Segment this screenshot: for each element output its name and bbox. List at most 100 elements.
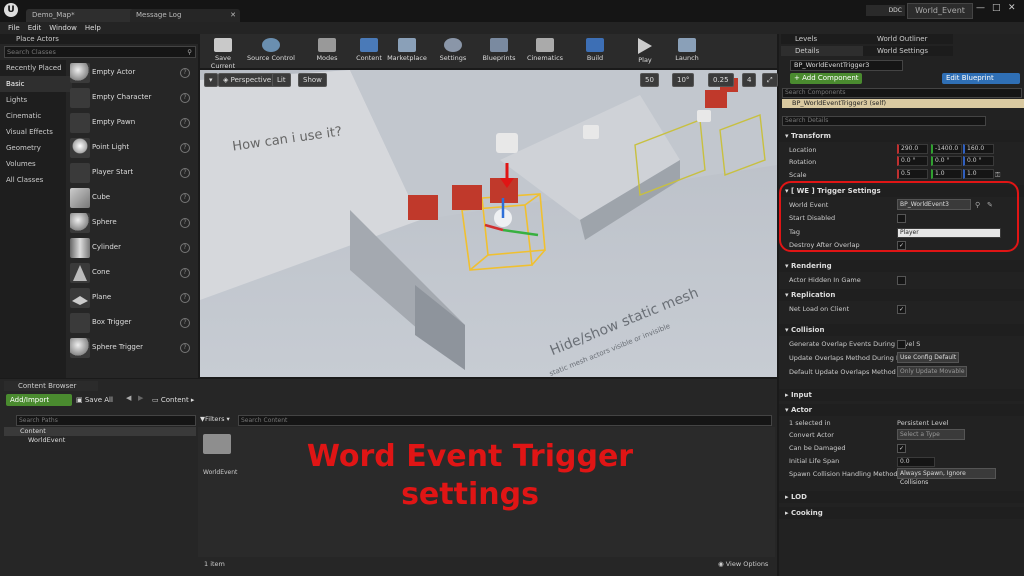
actor-plane[interactable]: Plane?	[68, 286, 196, 311]
level-viewport[interactable]: How can i use it? Hide/show static mesh …	[200, 70, 777, 377]
tab-levels[interactable]: Levels	[781, 34, 873, 44]
actor-sphere[interactable]: Sphere?	[68, 211, 196, 236]
actor-hidden-checkbox[interactable]	[897, 276, 906, 285]
search-classes-input[interactable]: Search Classes ⚲	[4, 46, 196, 58]
edit-blueprint-button[interactable]: Edit Blueprint	[942, 73, 1020, 84]
category-lights[interactable]: Lights	[0, 92, 72, 108]
help-icon[interactable]: ?	[180, 168, 190, 178]
tab-demo-map[interactable]: Demo_Map*✕	[26, 9, 140, 22]
back-button[interactable]: ◀	[126, 394, 131, 402]
close-window-button[interactable]: ✕	[1008, 3, 1016, 13]
menu-edit[interactable]: Edit	[28, 22, 42, 34]
cinematics-button[interactable]: Cinematics	[524, 36, 566, 66]
content-browser-tab[interactable]: Content Browser	[4, 381, 98, 391]
menu-window[interactable]: Window	[49, 22, 77, 34]
category-recently-placed[interactable]: Recently Placed	[0, 60, 72, 76]
view-options-button[interactable]: ◉ View Options	[718, 560, 768, 568]
scale-y-field[interactable]: 1.0	[931, 169, 962, 179]
category-all-classes[interactable]: All Classes	[0, 172, 72, 188]
generate-overlap-checkbox[interactable]	[897, 340, 906, 349]
save-all-button[interactable]: ▣ Save All	[76, 394, 120, 406]
rotation-snap-value[interactable]: 10°	[672, 73, 695, 87]
lock-icon[interactable]: ⚿	[995, 169, 1000, 181]
location-y-field[interactable]: -1400.0	[931, 144, 962, 154]
actor-box-trigger[interactable]: Box Trigger?	[68, 311, 196, 336]
category-basic[interactable]: Basic	[0, 76, 72, 92]
marketplace-button[interactable]: Marketplace	[386, 36, 428, 66]
search-details-input[interactable]: Search Details	[782, 116, 986, 126]
help-icon[interactable]: ?	[180, 143, 190, 153]
actor-cube[interactable]: Cube?	[68, 186, 196, 211]
viewport-options-button[interactable]: ▾	[204, 73, 218, 87]
rotation-z-field[interactable]: 0.0 °	[963, 156, 994, 166]
actor-sphere-trigger[interactable]: Sphere Trigger?	[68, 336, 196, 361]
section-rendering[interactable]: ▾ Rendering	[779, 260, 1024, 272]
section-lod[interactable]: ▸ LOD	[779, 491, 1024, 503]
help-icon[interactable]: ?	[180, 218, 190, 228]
menu-file[interactable]: File	[8, 22, 20, 34]
default-update-dropdown[interactable]: Only Update Movable	[897, 366, 967, 377]
section-replication[interactable]: ▾ Replication	[779, 289, 1024, 301]
scale-z-field[interactable]: 1.0	[963, 169, 994, 179]
tab-world-outliner[interactable]: World Outliner	[863, 34, 953, 44]
help-icon[interactable]: ?	[180, 343, 190, 353]
help-icon[interactable]: ?	[180, 293, 190, 303]
location-x-field[interactable]: 290.0	[897, 144, 928, 154]
tab-world-settings[interactable]: World Settings	[863, 46, 953, 56]
menu-help[interactable]: Help	[85, 22, 101, 34]
actor-cone[interactable]: Cone?	[68, 261, 196, 286]
tree-item-worldevent[interactable]: WorldEvent	[4, 436, 196, 445]
save-current-button[interactable]: Save Current	[202, 36, 244, 70]
settings-button[interactable]: Settings	[432, 36, 474, 66]
category-visual-effects[interactable]: Visual Effects	[0, 124, 72, 140]
modes-button[interactable]: Modes	[306, 36, 348, 66]
perspective-button[interactable]: ◈ Perspective	[218, 73, 277, 87]
add-import-button[interactable]: Add/Import	[6, 394, 72, 406]
can-be-damaged-checkbox[interactable]: ✓	[897, 444, 906, 453]
actor-empty-character[interactable]: Empty Character?	[68, 86, 196, 111]
play-button[interactable]: Play	[624, 36, 666, 66]
actor-empty-actor[interactable]: Empty Actor?	[68, 61, 196, 86]
update-overlaps-dropdown[interactable]: Use Config Default	[897, 352, 959, 363]
actor-name-field[interactable]: BP_WorldEventTrigger3	[790, 60, 903, 71]
maximize-button[interactable]: □	[992, 3, 1001, 13]
minimize-button[interactable]: —	[976, 3, 985, 13]
life-span-field[interactable]: 0.0	[897, 457, 935, 467]
actor-cylinder[interactable]: Cylinder?	[68, 236, 196, 261]
launch-button[interactable]: Launch	[666, 36, 708, 66]
help-icon[interactable]: ?	[180, 193, 190, 203]
search-components-input[interactable]: Search Components	[782, 88, 1022, 98]
help-icon[interactable]: ?	[180, 68, 190, 78]
help-icon[interactable]: ?	[180, 118, 190, 128]
category-cinematic[interactable]: Cinematic	[0, 108, 72, 124]
section-collision[interactable]: ▾ Collision	[779, 324, 1024, 336]
tree-item-content[interactable]: Content	[4, 427, 196, 436]
location-z-field[interactable]: 160.0	[963, 144, 994, 154]
content-button[interactable]: Content	[348, 36, 390, 66]
section-input[interactable]: ▸ Input	[779, 389, 1024, 401]
tab-message-log[interactable]: Message Log ✕	[130, 9, 240, 22]
actor-empty-pawn[interactable]: Empty Pawn?	[68, 111, 196, 136]
maximize-viewport-button[interactable]: ⤢	[762, 73, 778, 87]
spawn-collision-dropdown[interactable]: Always Spawn, Ignore Collisions	[897, 468, 996, 486]
help-icon[interactable]: ?	[180, 93, 190, 103]
convert-actor-dropdown[interactable]: Select a Type	[897, 429, 965, 440]
category-geometry[interactable]: Geometry	[0, 140, 72, 156]
folder-icon[interactable]	[203, 434, 231, 454]
tab-details[interactable]: Details	[781, 46, 873, 56]
close-icon[interactable]: ✕	[230, 9, 236, 22]
search-content-input[interactable]: Search Content	[238, 415, 772, 426]
component-self-item[interactable]: BP_WorldEventTrigger3 (self)	[782, 99, 1024, 108]
section-cooking[interactable]: ▸ Cooking	[779, 507, 1024, 519]
actor-point-light[interactable]: Point Light?	[68, 136, 196, 161]
grid-snap-value[interactable]: 50	[640, 73, 659, 87]
section-actor[interactable]: ▾ Actor	[779, 404, 1024, 416]
scale-snap-value[interactable]: 0.25	[708, 73, 734, 87]
breadcrumb[interactable]: ▭ Content ▸	[152, 394, 194, 406]
show-button[interactable]: Show	[298, 73, 327, 87]
search-paths-input[interactable]: Search Paths	[16, 415, 196, 426]
section-transform[interactable]: ▾ Transform	[779, 130, 1024, 142]
forward-button[interactable]: ▶	[138, 394, 143, 402]
scale-x-field[interactable]: 0.5	[897, 169, 928, 179]
net-load-checkbox[interactable]: ✓	[897, 305, 906, 314]
